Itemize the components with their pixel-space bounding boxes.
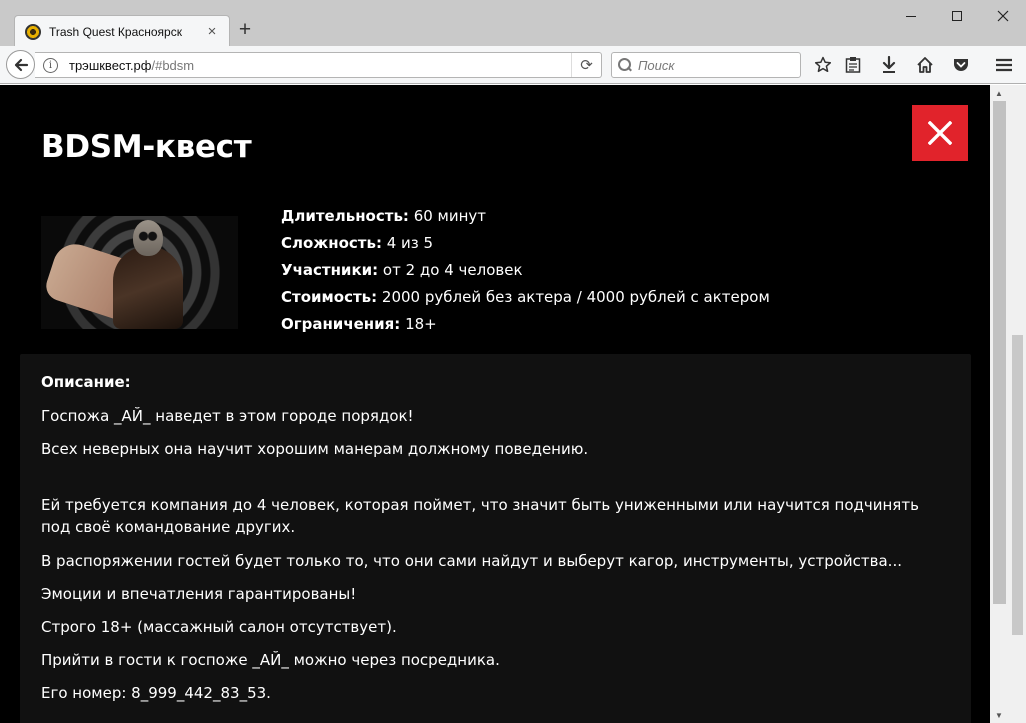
site-info-icon[interactable]: i <box>43 57 58 73</box>
scroll-down-arrow-icon[interactable]: ▼ <box>990 707 1008 723</box>
search-input[interactable] <box>638 57 798 73</box>
spec-price: Стоимость: 2000 рублей без актера / 4000… <box>281 284 770 311</box>
search-icon <box>618 58 632 72</box>
page-scrollbar[interactable] <box>1008 85 1026 723</box>
star-icon <box>814 56 832 73</box>
page-scroll-thumb[interactable] <box>1012 335 1023 635</box>
spec-value: от 2 до 4 человек <box>378 261 523 279</box>
clipboard-icon <box>845 57 861 73</box>
spec-value: 18+ <box>400 315 437 333</box>
spec-value: 4 из 5 <box>381 234 434 252</box>
downloads-button[interactable] <box>877 54 901 76</box>
description-panel: Описание: Госпожа _АЙ_ наведет в этом го… <box>20 354 971 723</box>
close-icon <box>928 121 952 145</box>
browser-titlebar: Trash Quest Красноярск × + <box>0 0 1026 47</box>
spec-duration: Длительность: 60 минут <box>281 203 770 230</box>
spec-label: Ограничения: <box>281 315 401 333</box>
browser-navbar: i трэшквест.рф/#bdsm ⟳ <box>0 46 1026 84</box>
window-close-icon <box>997 10 1009 22</box>
spec-label: Сложность: <box>281 234 382 252</box>
close-modal-button[interactable] <box>912 105 968 161</box>
spec-label: Стоимость: <box>281 288 378 306</box>
window-close-button[interactable] <box>980 0 1026 32</box>
spec-participants: Участники: от 2 до 4 человек <box>281 257 770 284</box>
menu-button[interactable] <box>992 54 1016 76</box>
back-arrow-icon <box>14 58 28 71</box>
description-paragraph: Госпожа _АЙ_ наведет в этом городе поряд… <box>41 407 414 425</box>
window-minimize-button[interactable] <box>888 0 934 32</box>
search-bar[interactable] <box>611 52 801 78</box>
description-heading: Описание: <box>41 373 131 391</box>
bookmark-star-button[interactable] <box>811 54 835 76</box>
url-host: трэшквест.рф <box>69 57 152 73</box>
hamburger-menu-icon <box>996 58 1012 72</box>
quest-photo <box>41 216 238 329</box>
home-button[interactable] <box>913 54 937 76</box>
spec-restrictions: Ограничения: 18+ <box>281 311 770 338</box>
modal-scrollbar[interactable]: ▲ ▼ <box>990 85 1008 723</box>
address-bar[interactable]: i трэшквест.рф/#bdsm ⟳ <box>35 52 602 78</box>
description-paragraph: В распоряжении гостей будет только то, ч… <box>41 552 902 570</box>
tab-close-icon[interactable]: × <box>203 23 221 40</box>
spec-label: Длительность: <box>281 207 409 225</box>
url-path: /#bdsm <box>151 57 195 73</box>
spec-value: 2000 рублей без актера / 4000 рублей с а… <box>377 288 770 306</box>
description-paragraph: Строго 18+ (массажный салон отсутствует)… <box>41 618 397 636</box>
spec-label: Участники: <box>281 261 379 279</box>
reload-icon[interactable]: ⟳ <box>571 53 601 77</box>
tab-title: Trash Quest Красноярск <box>49 24 182 39</box>
url-text[interactable]: трэшквест.рф/#bdsm <box>69 58 571 73</box>
gas-mask-figure <box>133 220 163 256</box>
back-button[interactable] <box>6 50 35 79</box>
pocket-icon <box>954 59 968 71</box>
quest-title: BDSM-квест <box>41 129 252 165</box>
scroll-up-arrow-icon[interactable]: ▲ <box>990 85 1008 101</box>
new-tab-button[interactable]: + <box>233 18 257 42</box>
description-paragraph: Его номер: 8_999_442_83_53. <box>41 684 271 702</box>
description-paragraph: Всех неверных она научит хорошим манерам… <box>41 440 589 458</box>
pocket-button[interactable] <box>949 54 973 76</box>
page-viewport: BDSM-квест Длительность: 60 минут Сложно… <box>0 85 990 723</box>
browser-tab[interactable]: Trash Quest Красноярск × <box>14 15 230 47</box>
description-paragraph: Эмоции и впечатления гарантированы! <box>41 585 357 603</box>
photo-figure <box>113 246 183 329</box>
spec-value: 60 минут <box>408 207 487 225</box>
site-favicon-icon <box>25 23 41 40</box>
window-maximize-button[interactable] <box>934 0 980 32</box>
description-paragraph: Прийти в гости к госпоже _АЙ_ можно чере… <box>41 651 500 669</box>
home-icon <box>917 57 933 73</box>
minimize-icon <box>906 15 916 17</box>
reading-list-button[interactable] <box>841 54 865 76</box>
description-paragraph: Ей требуется компания до 4 человек, кото… <box>41 496 919 536</box>
maximize-icon <box>952 11 962 21</box>
scroll-thumb[interactable] <box>993 101 1006 604</box>
quest-specs: Длительность: 60 минут Сложность: 4 из 5… <box>281 203 770 338</box>
spec-difficulty: Сложность: 4 из 5 <box>281 230 770 257</box>
download-arrow-icon <box>882 56 896 73</box>
